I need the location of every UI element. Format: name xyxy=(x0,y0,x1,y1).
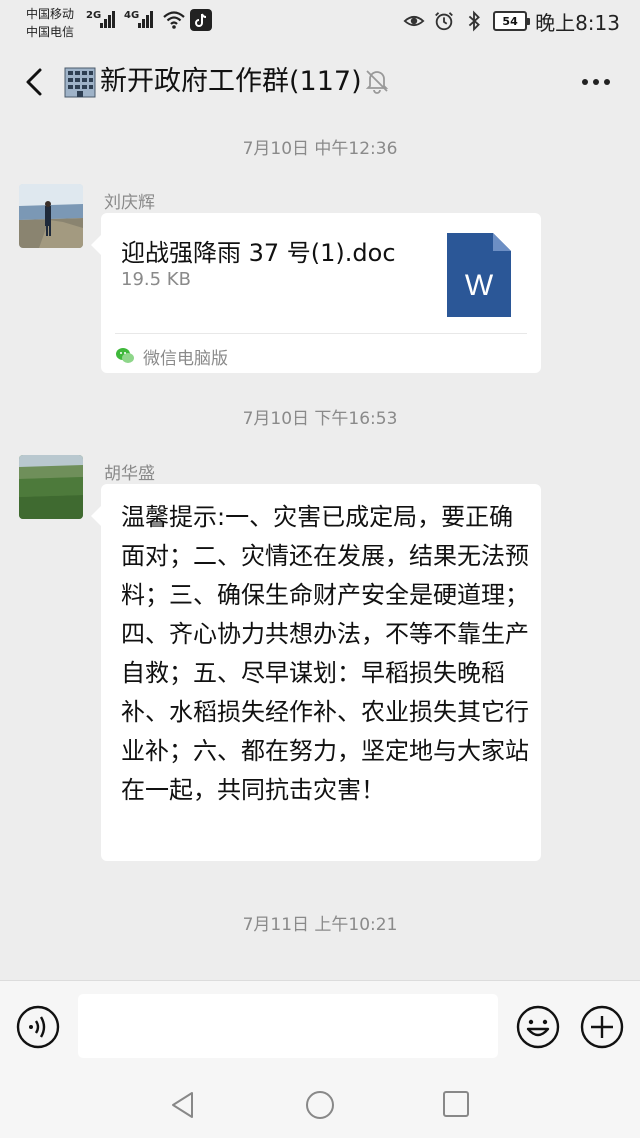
plus-icon[interactable] xyxy=(580,1005,624,1049)
nav-recent-icon[interactable] xyxy=(442,1090,470,1118)
word-document-icon: W xyxy=(447,233,511,317)
bell-muted-icon xyxy=(365,70,389,94)
alarm-icon xyxy=(435,12,453,31)
sender-name: 刘庆辉 xyxy=(104,193,155,213)
file-source: 微信电脑版 xyxy=(115,341,228,371)
sender-name: 胡华盛 xyxy=(104,464,155,484)
chevron-left-icon xyxy=(26,68,42,96)
more-button[interactable] xyxy=(576,62,616,102)
system-navigation-bar xyxy=(0,1070,640,1138)
avatar[interactable] xyxy=(19,455,83,519)
status-bar: 中国移动 中国电信 2G 4G 54 晚上8:13 xyxy=(0,0,640,44)
battery-level: 54 xyxy=(502,14,518,28)
message-text: 温馨提示:一、灾害已成定局，要正确面对；二、灾情还在发展，结果无法预料；三、确保… xyxy=(121,503,529,804)
emoji-icon[interactable] xyxy=(516,1005,560,1049)
status-time: 晚上8:13 xyxy=(535,10,620,35)
status-icons: 54 晚上8:13 xyxy=(403,8,620,35)
carrier-labels: 中国移动 中国电信 xyxy=(26,5,74,41)
network-type-1: 2G xyxy=(86,10,102,21)
file-message[interactable]: 迎战强降雨 37 号(1).doc 19.5 KB W 微信电脑版 xyxy=(91,213,541,373)
signal-icon xyxy=(138,10,156,28)
nav-home-icon[interactable] xyxy=(305,1090,335,1120)
input-bar xyxy=(0,980,640,1070)
avatar[interactable] xyxy=(19,184,83,248)
signal-icon xyxy=(100,10,118,28)
network-type-2: 4G xyxy=(124,10,140,21)
voice-icon[interactable] xyxy=(16,1005,60,1049)
wifi-icon xyxy=(163,11,185,29)
building-icon xyxy=(64,67,96,98)
nav-back-icon[interactable] xyxy=(168,1090,198,1120)
more-icon xyxy=(582,79,610,85)
divider xyxy=(115,333,527,334)
message-list[interactable]: 7月10日 中午12:36 刘庆辉 迎战强降雨 37 号(1).doc 19.5… xyxy=(0,120,640,980)
back-button[interactable] xyxy=(14,62,54,102)
file-source-label: 微信电脑版 xyxy=(143,348,228,369)
carrier-2: 中国电信 xyxy=(26,25,75,39)
word-letter: W xyxy=(465,269,494,302)
message-input[interactable] xyxy=(78,994,498,1058)
chat-title: 新开政府工作群(117) xyxy=(100,66,362,97)
chat-header: 新开政府工作群(117) xyxy=(0,44,640,120)
message-timestamp: 7月11日 上午10:21 xyxy=(242,915,398,935)
eye-icon xyxy=(403,15,425,27)
file-size: 19.5 KB xyxy=(121,269,191,290)
carrier-1: 中国移动 xyxy=(26,7,75,21)
file-name: 迎战强降雨 37 号(1).doc xyxy=(121,239,396,267)
message-timestamp: 7月10日 下午16:53 xyxy=(242,409,398,429)
tiktok-icon xyxy=(190,9,212,31)
text-message[interactable]: 温馨提示:一、灾害已成定局，要正确面对；二、灾情还在发展，结果无法预料；三、确保… xyxy=(91,484,541,861)
wechat-icon xyxy=(116,348,134,363)
battery-icon: 54 xyxy=(493,11,531,31)
bluetooth-icon xyxy=(468,10,480,32)
message-timestamp: 7月10日 中午12:36 xyxy=(242,139,398,159)
